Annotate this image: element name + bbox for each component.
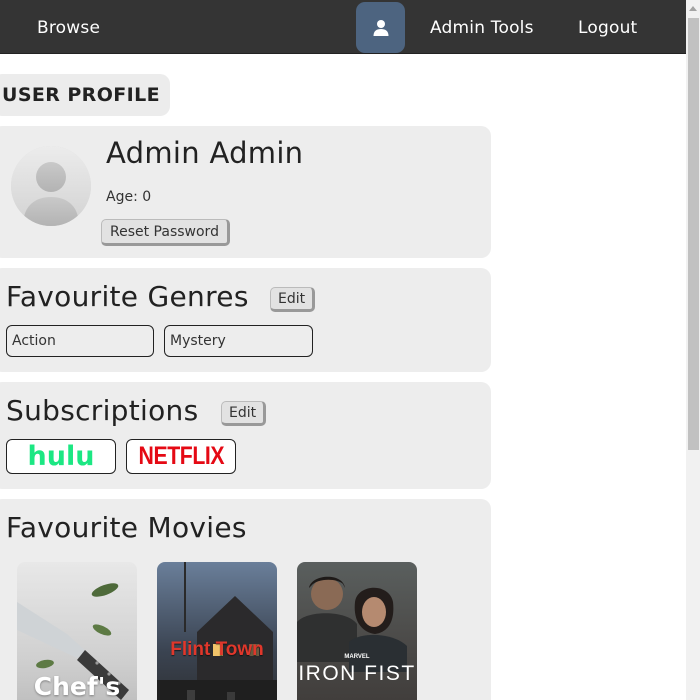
favourite-movies-card: Favourite Movies Chef's Flint Town MARVE… (0, 499, 491, 700)
subscriptions-section-title: Subscriptions (6, 394, 199, 427)
user-name: Admin Admin (106, 136, 304, 170)
movie-poster-flint-town[interactable]: Flint Town (157, 562, 277, 700)
hulu-logo: hulu (27, 441, 95, 472)
movie-title-chefs: Chef's (33, 672, 121, 700)
avatar-placeholder-icon (11, 146, 91, 226)
page-title: USER PROFILE (0, 74, 170, 116)
avatar (11, 146, 91, 226)
reset-password-button[interactable]: Reset Password (101, 219, 230, 246)
nav-browse-link[interactable]: Browse (37, 0, 100, 54)
house-illustration (157, 562, 277, 700)
scroll-up-arrow-icon[interactable] (686, 0, 700, 16)
movie-poster-iron-fist[interactable]: MARVEL IRON FIST (297, 562, 417, 700)
movie-title-iron-fist: IRON FIST (298, 662, 416, 685)
netflix-logo: NETFLIX (138, 442, 224, 470)
nav-profile-button[interactable] (356, 2, 405, 53)
genre-chip-action: Action (6, 325, 154, 357)
movie-poster-chefs[interactable]: Chef's (17, 562, 137, 700)
subscription-hulu: hulu (6, 439, 116, 474)
edit-subscriptions-button[interactable]: Edit (221, 401, 267, 426)
user-age: Age: 0 (106, 189, 152, 205)
nav-logout-link[interactable]: Logout (578, 0, 637, 54)
user-icon (373, 19, 388, 36)
edit-genres-button[interactable]: Edit (270, 287, 316, 312)
scrollbar-thumb[interactable] (688, 18, 699, 450)
movies-section-title: Favourite Movies (6, 511, 247, 544)
subscription-netflix: NETFLIX (126, 439, 236, 474)
genres-section-title: Favourite Genres (6, 280, 249, 313)
subscriptions-card: Subscriptions Edit hulu NETFLIX (0, 382, 491, 489)
nav-admin-tools-link[interactable]: Admin Tools (430, 0, 534, 54)
favourite-genres-card: Favourite Genres Edit Action Mystery (0, 268, 491, 372)
movie-brand-marvel: MARVEL (344, 654, 370, 660)
movie-title-flint-town: Flint Town (170, 639, 264, 660)
genre-chip-mystery: Mystery (164, 325, 313, 357)
profile-card: Admin Admin Age: 0 Reset Password (0, 126, 491, 258)
page-scrollbar[interactable] (686, 0, 700, 700)
top-navbar: Browse Admin Tools Logout (0, 0, 686, 54)
